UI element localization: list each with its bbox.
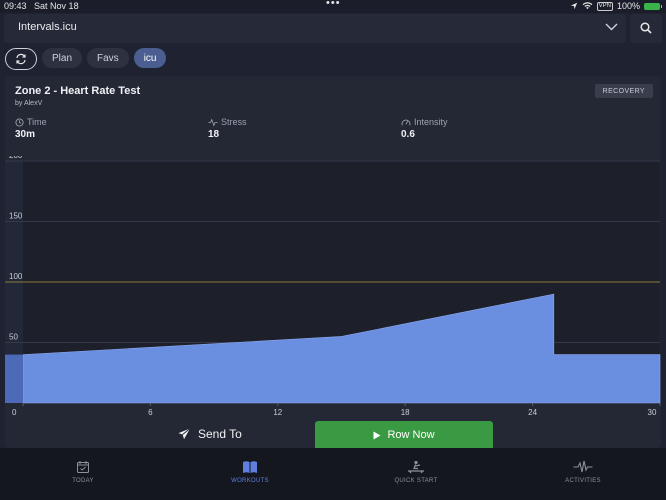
battery-percent: 100% xyxy=(616,1,640,11)
chart-x-tick-label: 12 xyxy=(273,408,282,417)
row-now-label: Row Now xyxy=(387,429,435,441)
chart-x-tick-label: 6 xyxy=(148,408,153,417)
metric-stress: Stress 18 xyxy=(208,117,247,140)
chart-x-tick-label: 18 xyxy=(401,408,410,417)
refresh-icon xyxy=(16,53,26,65)
workout-type-badge: RECOVERY xyxy=(594,84,653,98)
nav-quick-start-label: QUICK START xyxy=(394,478,438,484)
nav-today-label: TODAY xyxy=(72,478,94,484)
refresh-button[interactable] xyxy=(5,48,37,70)
status-time: 09:43 xyxy=(4,1,27,11)
clock-icon xyxy=(15,117,24,127)
chevron-down-icon xyxy=(605,23,618,31)
metric-stress-value: 18 xyxy=(208,129,220,140)
chart-y-tick-label: 100 xyxy=(9,272,23,281)
activity-icon xyxy=(573,460,593,473)
source-title: Intervals.icu xyxy=(18,21,77,33)
location-arrow-icon xyxy=(570,2,577,10)
multitasking-dots-icon[interactable]: ••• xyxy=(326,0,341,9)
rower-icon xyxy=(408,460,424,474)
chart-y-tick-label: 50 xyxy=(9,333,18,342)
status-bar: 09:43 Sat Nov 18 ••• VPN 100% xyxy=(0,0,666,13)
chart-x-tick-label: 24 xyxy=(528,408,537,417)
nav-activities[interactable]: ACTIVITIES xyxy=(523,460,643,484)
source-dropdown[interactable]: Intervals.icu xyxy=(4,14,626,43)
nav-workouts-label: WORKOUTS xyxy=(231,478,269,484)
paper-plane-icon xyxy=(178,428,191,440)
chart-x-tick-label: 30 xyxy=(648,408,657,417)
metric-time-value: 30m xyxy=(15,129,36,140)
play-icon xyxy=(373,431,381,439)
metric-intensity-value: 0.6 xyxy=(401,129,415,140)
status-icons: VPN 100% xyxy=(570,1,662,11)
send-to-button[interactable]: Send To xyxy=(178,427,242,441)
chart-y-tick-label: 200 xyxy=(9,156,23,160)
chart-warmup-segment xyxy=(5,354,23,403)
workout-profile-chart: 50 100 150 200 0 6 12 18 24 30 xyxy=(5,156,661,417)
workout-author: by AlexV xyxy=(15,100,43,107)
workout-title: Zone 2 - Heart Rate Test xyxy=(15,85,141,97)
nav-activities-label: ACTIVITIES xyxy=(565,478,601,484)
send-to-label: Send To xyxy=(198,427,242,441)
book-icon xyxy=(243,461,257,473)
search-icon xyxy=(640,22,652,34)
metric-stress-label: Stress xyxy=(221,117,247,127)
nav-workouts[interactable]: WORKOUTS xyxy=(190,460,310,484)
metric-time: Time 30m xyxy=(15,117,47,140)
nav-today[interactable]: TODAY xyxy=(23,460,143,484)
metric-intensity-label: Intensity xyxy=(414,117,448,127)
chart-y-tick-label: 150 xyxy=(9,212,23,221)
wifi-icon xyxy=(582,2,593,10)
calendar-icon xyxy=(77,461,89,473)
tab-plan[interactable]: Plan xyxy=(42,48,83,68)
gauge-icon xyxy=(401,119,411,126)
metric-time-label: Time xyxy=(27,117,47,127)
row-now-button[interactable]: Row Now xyxy=(315,421,493,449)
bottom-nav: TODAY WORKOUTS QUICK START ACTIVITIES xyxy=(0,448,666,500)
metric-intensity: Intensity 0.6 xyxy=(401,117,448,140)
vpn-badge: VPN xyxy=(596,1,613,11)
battery-icon xyxy=(644,2,662,10)
search-button[interactable] xyxy=(630,14,662,43)
chart-x-tick-label: 0 xyxy=(12,408,17,417)
pulse-icon xyxy=(208,117,218,127)
tab-icu[interactable]: icu xyxy=(133,48,167,68)
status-time-date: 09:43 Sat Nov 18 xyxy=(4,1,79,11)
tab-favs[interactable]: Favs xyxy=(87,48,129,68)
filter-tabs: Plan Favs icu xyxy=(5,48,167,70)
status-date: Sat Nov 18 xyxy=(34,1,79,11)
nav-quick-start[interactable]: QUICK START xyxy=(356,460,476,484)
